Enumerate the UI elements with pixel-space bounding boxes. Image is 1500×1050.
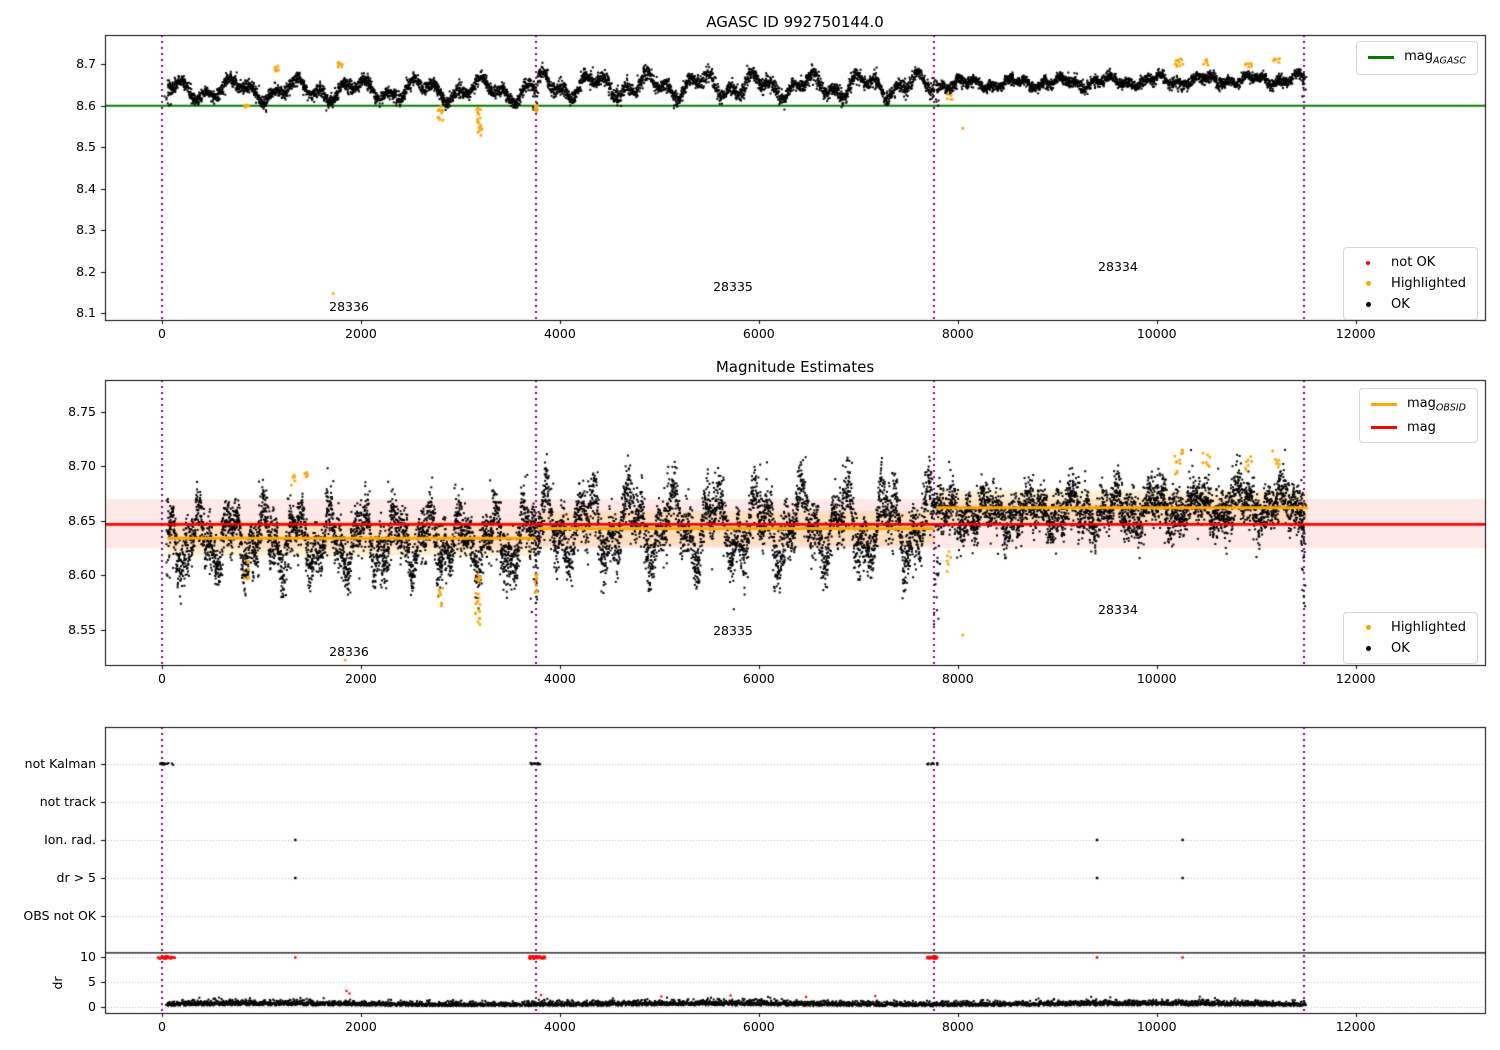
obsid-label: 28336 (329, 643, 369, 659)
x-tick-label: 0 (158, 1019, 166, 1034)
flag-row-label: Ion. rad. (44, 831, 96, 847)
obsid-label: 28336 (329, 298, 369, 314)
legend-line-swatch (1370, 425, 1397, 429)
legend-line-swatch (1370, 403, 1397, 407)
legend-label: magAGASC (1404, 49, 1466, 67)
legend-label: OK (1391, 641, 1410, 656)
legend-mag-agasc: magAGASC (1356, 41, 1478, 75)
dr-tick-label: 0 (88, 998, 96, 1014)
x-tick-label: 12000 (1335, 1019, 1376, 1034)
x-tick-label: 12000 (1335, 671, 1376, 686)
flag-row-label: OBS not OK (23, 907, 96, 923)
x-tick-label: 4000 (543, 671, 576, 686)
y-tick-label: 8.4 (76, 180, 96, 196)
y-tick-label: 8.65 (68, 512, 96, 528)
legend-item: not OK (1355, 255, 1466, 270)
y-tick-label: 8.5 (76, 139, 96, 154)
legend-item: OK (1355, 297, 1466, 312)
y-tick-label: 8.60 (68, 567, 96, 583)
legend-label: Highlighted (1391, 620, 1466, 635)
legend-item: OK (1355, 641, 1466, 656)
legend-label: magOBSID (1406, 396, 1466, 414)
dr-tick-label: 10 (80, 948, 96, 964)
x-tick-label: 2000 (345, 326, 377, 341)
legend-mag-obsid: magOBSID mag (1358, 388, 1478, 443)
x-tick-label: 0 (158, 671, 166, 686)
y-tick-label: 8.1 (76, 304, 96, 320)
figure-canvas (0, 0, 1500, 1050)
legend-item: magOBSID (1370, 396, 1466, 414)
x-tick-label: 2000 (345, 1019, 377, 1034)
legend-label: Highlighted (1391, 276, 1466, 291)
legend-item: Highlighted (1355, 276, 1466, 291)
legend-marker-icon (1365, 625, 1371, 630)
x-tick-label: 10000 (1136, 326, 1177, 341)
x-tick-label: 12000 (1335, 326, 1376, 341)
legend-label: OK (1391, 297, 1410, 312)
figure: AGASC ID 992750144.0 Magnitude Estimates… (0, 0, 1500, 1050)
x-tick-label: 6000 (742, 326, 775, 341)
legend-marker-icon (1365, 281, 1371, 286)
y-tick-label: 8.55 (68, 621, 96, 637)
legend-marker-icon (1366, 260, 1371, 265)
legend-top-points: not OK Highlighted OK (1343, 247, 1478, 320)
obsid-label: 28335 (713, 278, 753, 294)
y-tick-label: 8.6 (76, 97, 96, 113)
y-tick-label: 8.3 (76, 221, 96, 237)
legend-item: Highlighted (1355, 620, 1466, 635)
legend-item: magAGASC (1368, 49, 1466, 67)
x-tick-label: 4000 (543, 1019, 576, 1034)
y-tick-label: 8.2 (76, 263, 96, 279)
x-tick-label: 10000 (1136, 671, 1177, 686)
flag-row-label: dr > 5 (56, 869, 96, 885)
y-tick-label: 8.75 (68, 403, 96, 419)
x-tick-label: 6000 (742, 671, 775, 686)
obsid-label: 28335 (713, 622, 753, 638)
x-tick-label: 8000 (941, 671, 974, 686)
dr-tick-label: 5 (88, 973, 96, 989)
x-tick-label: 4000 (543, 326, 576, 341)
legend-label: mag (1406, 419, 1436, 435)
y-tick-label: 8.70 (68, 458, 96, 473)
x-tick-label: 6000 (742, 1019, 775, 1034)
legend-marker-icon (1365, 302, 1371, 307)
y-tick-label: 8.7 (76, 56, 96, 72)
obsid-label: 28334 (1098, 258, 1138, 274)
top-plot-title: AGASC ID 992750144.0 (706, 13, 884, 31)
x-tick-label: 8000 (941, 1019, 974, 1034)
x-tick-label: 8000 (941, 326, 974, 341)
obsid-label: 28334 (1098, 602, 1138, 618)
legend-item: mag (1370, 419, 1466, 435)
flag-row-label: not Kalman (24, 755, 96, 771)
legend-middle-points: Highlighted OK (1343, 612, 1478, 664)
legend-label: not OK (1391, 255, 1436, 270)
legend-marker-icon (1365, 646, 1371, 651)
legend-line-swatch (1368, 56, 1395, 60)
flag-row-label: not track (39, 793, 96, 809)
x-tick-label: 10000 (1136, 1019, 1177, 1034)
dr-axis-label: dr (49, 976, 65, 990)
middle-plot-title: Magnitude Estimates (715, 358, 875, 376)
x-tick-label: 0 (158, 326, 166, 341)
x-tick-label: 2000 (345, 671, 377, 686)
